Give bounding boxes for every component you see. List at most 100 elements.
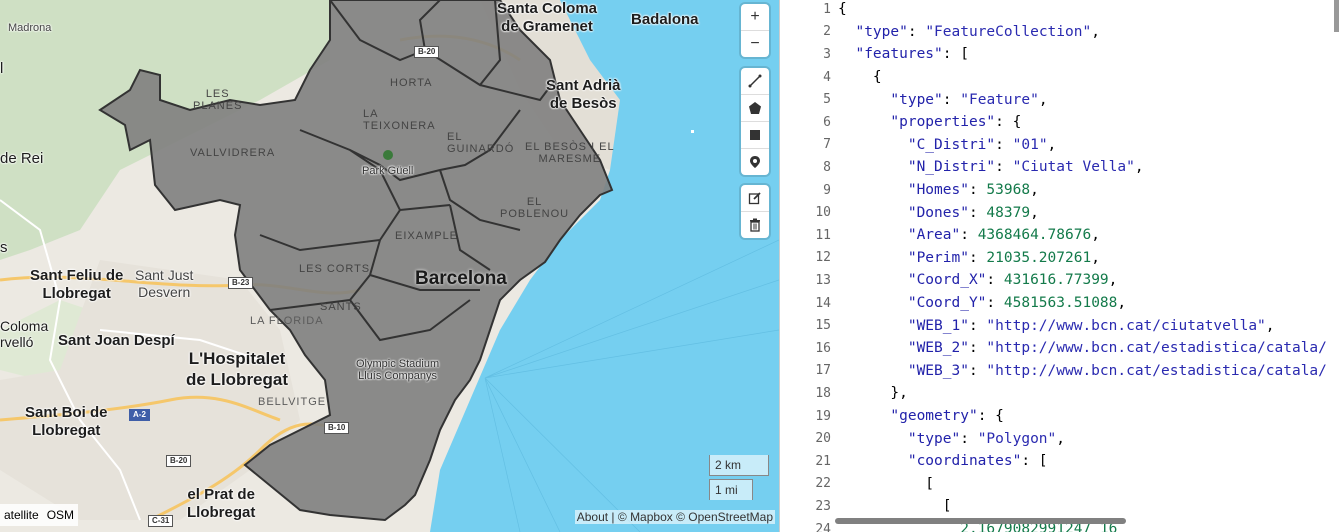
draw-polygon-button[interactable] [741, 94, 769, 121]
code-line: 22 [ [807, 473, 934, 496]
line-number: 4 [823, 69, 831, 85]
token: "type" [855, 23, 908, 40]
marker-icon [750, 156, 760, 168]
code-line: 17 "WEB_3": "http://www.bcn.cat/estadist… [807, 360, 1327, 383]
edit-icon [748, 192, 761, 205]
code-text: [ [838, 476, 934, 492]
label-l: l [0, 60, 4, 77]
code-line: 13 "Coord_X": 431616.77399, [807, 269, 1117, 292]
zoom-in-button[interactable]: + [741, 4, 769, 30]
token: "Coord_X" [907, 272, 987, 289]
polygon-draw-icon [749, 102, 761, 114]
code-line: 15 "WEB_1": "http://www.bcn.cat/ciutatve… [807, 314, 1275, 337]
rectangle-draw-icon [750, 130, 760, 140]
token: : [ [1021, 453, 1048, 470]
token: : [ [942, 46, 969, 63]
map-view[interactable]: Santa Coloma de Gramenet Badalona Sant A… [0, 0, 779, 532]
code-line: 10 "Dones": 48379, [807, 201, 1039, 224]
line-number: 23 [815, 498, 831, 514]
draw-rectangle-button[interactable] [741, 121, 769, 148]
token: , [1091, 23, 1100, 40]
token: [ [838, 498, 952, 515]
token: 53968 [986, 182, 1031, 199]
draw-line-button[interactable] [741, 68, 769, 94]
token: { [838, 69, 882, 86]
osm-link[interactable]: OpenStreetMap [688, 510, 773, 524]
layer-satellite[interactable]: atellite [0, 504, 43, 526]
token: : [968, 340, 987, 357]
token: "type" [890, 91, 943, 108]
line-number: 21 [815, 453, 831, 469]
token: : [995, 136, 1013, 153]
code-line: 20 "type": "Polygon", [807, 427, 1065, 450]
token: "features" [855, 46, 943, 63]
delete-button[interactable] [741, 211, 769, 238]
line-number: 11 [815, 227, 831, 243]
code-line: 5 "type": "Feature", [807, 88, 1047, 111]
token: : { [977, 408, 1004, 425]
line-number: 18 [815, 385, 831, 401]
code-text: "geometry": { [838, 408, 1004, 424]
token: : [942, 91, 961, 108]
label-sant-feliu: Sant Feliu de Llobregat [30, 267, 124, 302]
line-number: 8 [823, 159, 831, 175]
code-editor[interactable]: 1{2 "type": "FeatureCollection", 3 "featu… [807, 0, 1339, 532]
edit-button[interactable] [741, 185, 769, 211]
code-text: "type": "Polygon", [838, 431, 1065, 447]
token: "Area" [907, 227, 961, 244]
line-number: 22 [815, 476, 831, 492]
token: : [986, 272, 1004, 289]
code-line: 2 "type": "FeatureCollection", [807, 21, 1100, 44]
code-text: "type": "FeatureCollection", [838, 23, 1100, 40]
minus-icon: − [750, 35, 760, 52]
label-les-corts: LES CORTS [299, 263, 371, 275]
vertical-scrollbar[interactable] [1334, 0, 1339, 32]
code-text: "Dones": 48379, [838, 205, 1039, 221]
code-text: [ [838, 498, 952, 514]
code-text: "WEB_2": "http://www.bcn.cat/estadistica… [838, 340, 1327, 356]
label-park-guell: Park Güell [362, 165, 414, 177]
code-text: "Coord_Y": 4581563.51088, [838, 295, 1126, 311]
label-la-florida: LA FLORIDA [250, 315, 324, 327]
label-santa-coloma: Santa Coloma de Gramenet [497, 0, 598, 35]
label-sant-just: Sant Just Desvern [135, 267, 194, 300]
token: : { [995, 114, 1022, 131]
mapbox-link[interactable]: Mapbox [630, 510, 673, 524]
token: , [1117, 295, 1127, 312]
token: "FeatureCollection" [925, 23, 1092, 40]
code-text: "features": [ [838, 46, 969, 62]
code-text: "Coord_X": 431616.77399, [838, 272, 1118, 289]
token: 21035.207261 [986, 249, 1092, 266]
token: [ [838, 475, 935, 492]
token: : [907, 23, 926, 40]
code-text: "Area": 4368464.78676, [838, 227, 1100, 243]
token: "WEB_3" [907, 362, 969, 379]
label-barcelona: Barcelona [415, 268, 507, 289]
draw-marker-button[interactable] [741, 148, 769, 175]
code-text: "C_Distri": "01", [838, 137, 1056, 153]
token: , [1134, 159, 1144, 176]
token: 4581563.51088 [1003, 295, 1118, 312]
token: "coordinates" [907, 453, 1022, 470]
token: : [968, 362, 987, 379]
zoom-out-button[interactable]: − [741, 30, 769, 57]
line-number: 15 [815, 318, 831, 334]
line-number: 1 [823, 1, 831, 17]
code-line: 1{ [807, 0, 847, 21]
token: "Ciutat Vella" [1012, 159, 1135, 176]
label-sants: SANTS [320, 301, 362, 313]
token: "http://www.bcn.cat/estadistica/catala/ [986, 340, 1327, 357]
horizontal-scrollbar[interactable] [835, 518, 1126, 524]
layer-osm[interactable]: OSM [43, 504, 78, 526]
about-link[interactable]: About [577, 510, 608, 524]
token: : [968, 182, 987, 199]
line-number: 13 [815, 272, 831, 288]
code-text: "WEB_1": "http://www.bcn.cat/ciutatvella… [838, 318, 1275, 334]
code-line: 9 "Homes": 53968, [807, 179, 1039, 202]
